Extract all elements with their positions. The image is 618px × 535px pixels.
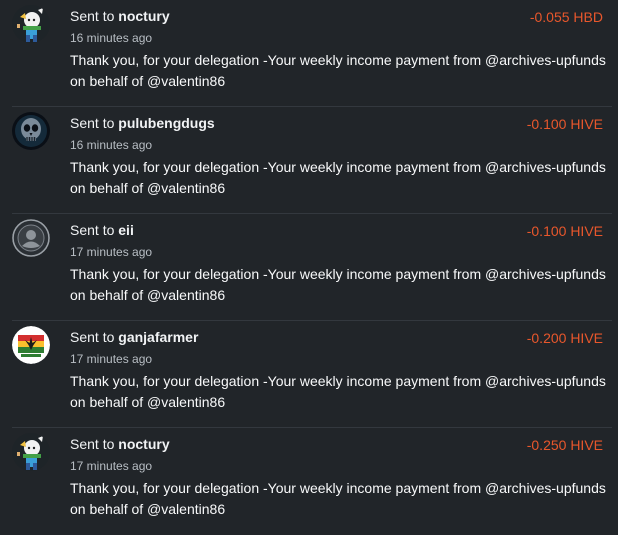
skull-avatar-icon — [12, 112, 50, 150]
transaction-prefix: Sent to — [70, 222, 119, 238]
default-user-avatar-icon — [12, 219, 50, 257]
transaction-amount: -0.250 HIVE — [526, 437, 603, 453]
transaction-prefix: Sent to — [70, 8, 119, 24]
transaction-prefix: Sent to — [70, 115, 119, 131]
user-avatar[interactable] — [12, 326, 50, 364]
transaction-prefix: Sent to — [70, 329, 119, 345]
transaction-row: Sent to pulubengdugs 16 minutes ago -0.1… — [0, 107, 618, 214]
transaction-prefix: Sent to — [70, 436, 119, 452]
recipient-username[interactable]: ganjafarmer — [118, 329, 198, 345]
noctury-avatar-icon — [12, 433, 50, 471]
transfer-history-list: Sent to noctury 16 minutes ago -0.055 HB… — [0, 0, 618, 525]
transaction-time: 16 minutes ago — [70, 138, 153, 152]
recipient-username[interactable]: eii — [118, 222, 134, 238]
user-avatar[interactable] — [12, 219, 50, 257]
transaction-time: 16 minutes ago — [70, 31, 153, 45]
transaction-time: 17 minutes ago — [70, 352, 153, 366]
transaction-title: Sent to eii — [70, 222, 134, 238]
transaction-title: Sent to noctury — [70, 8, 170, 24]
transaction-memo: Thank you, for your delegation -Your wee… — [70, 52, 606, 89]
transaction-title: Sent to pulubengdugs — [70, 115, 215, 131]
transaction-memo: Thank you, for your delegation -Your wee… — [70, 480, 606, 517]
transaction-row: Sent to noctury 17 minutes ago -0.250 HI… — [0, 428, 618, 535]
transaction-time: 17 minutes ago — [70, 245, 153, 259]
recipient-username[interactable]: pulubengdugs — [118, 115, 214, 131]
transaction-memo: Thank you, for your delegation -Your wee… — [70, 266, 606, 303]
transaction-amount: -0.100 HIVE — [526, 116, 603, 132]
transaction-title: Sent to noctury — [70, 436, 170, 452]
ganja-avatar-icon — [12, 326, 50, 364]
transaction-amount: -0.200 HIVE — [526, 330, 603, 346]
transaction-amount: -0.100 HIVE — [526, 223, 603, 239]
noctury-avatar-icon — [12, 5, 50, 43]
transaction-memo: Thank you, for your delegation -Your wee… — [70, 373, 606, 410]
user-avatar[interactable] — [12, 5, 50, 43]
recipient-username[interactable]: noctury — [118, 436, 169, 452]
transaction-row: Sent to eii 17 minutes ago -0.100 HIVE T… — [0, 214, 618, 321]
user-avatar[interactable] — [12, 112, 50, 150]
transaction-memo: Thank you, for your delegation -Your wee… — [70, 159, 606, 196]
transaction-title: Sent to ganjafarmer — [70, 329, 198, 345]
recipient-username[interactable]: noctury — [118, 8, 169, 24]
transaction-time: 17 minutes ago — [70, 459, 153, 473]
user-avatar[interactable] — [12, 433, 50, 471]
transaction-amount: -0.055 HBD — [529, 9, 603, 25]
transaction-row: Sent to noctury 16 minutes ago -0.055 HB… — [0, 0, 618, 107]
transaction-row: Sent to ganjafarmer 17 minutes ago -0.20… — [0, 321, 618, 428]
